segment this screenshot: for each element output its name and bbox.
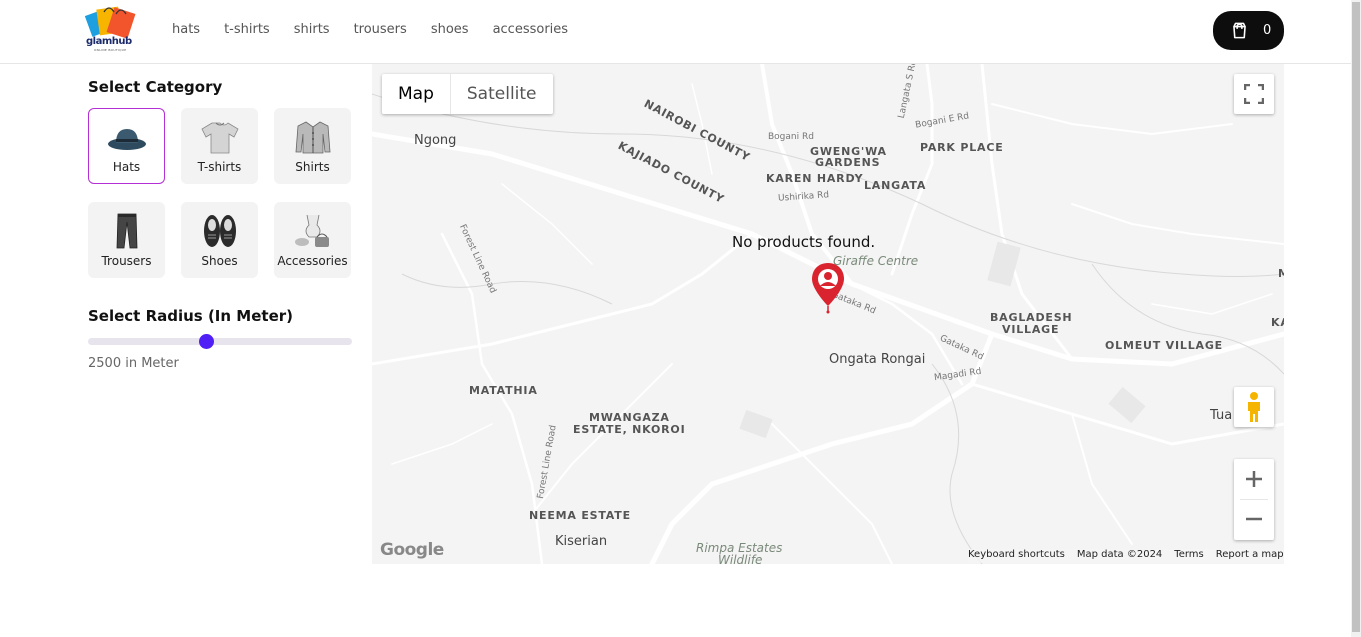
page: glamhub ONLINE BOUTIQUE hats t-shirts sh… [0, 0, 1361, 637]
fullscreen-icon [1244, 84, 1264, 104]
nav-hats[interactable]: hats [172, 22, 200, 37]
map-label: KAREN HARDY [766, 172, 864, 185]
report-map-error-link[interactable]: Report a map error [1216, 549, 1284, 563]
map-label: GARDENS [815, 156, 881, 169]
map-label: Tua [1210, 408, 1233, 423]
page-scrollbar-thumb[interactable] [1352, 2, 1360, 632]
radius-title: Select Radius (In Meter) [88, 307, 293, 325]
accessories-icon [275, 213, 350, 249]
category-title: Select Category [88, 78, 223, 96]
category-label: T-shirts [197, 160, 242, 174]
no-products-message: No products found. [732, 233, 876, 251]
map-label: Wildlife [718, 553, 763, 564]
fullscreen-button[interactable] [1234, 74, 1274, 114]
plus-icon [1246, 471, 1262, 487]
map-label: OLMEUT VILLAGE [1105, 339, 1223, 352]
map-label: Bogani Rd [768, 132, 814, 142]
category-t-shirts[interactable]: T-shirts [181, 108, 258, 184]
map-label: VILLAGE [1002, 323, 1060, 336]
category-hats[interactable]: Hats [88, 108, 165, 184]
nav-trousers[interactable]: trousers [354, 22, 407, 37]
keyboard-shortcuts-link[interactable]: Keyboard shortcuts [968, 549, 1065, 563]
category-shoes[interactable]: Shoes [181, 202, 258, 278]
radius-slider-thumb[interactable] [199, 334, 214, 349]
map-label: Ngong [414, 133, 457, 148]
cart-button[interactable]: 0 [1213, 11, 1284, 50]
brand-name: glamhub [86, 36, 132, 47]
nav-shirts[interactable]: shirts [294, 22, 330, 37]
category-label: Hats [112, 160, 141, 174]
map-type-toggle: Map Satellite [382, 74, 553, 114]
map-label: NEEMA ESTATE [529, 509, 631, 522]
map-type-satellite-button[interactable]: Satellite [449, 74, 553, 114]
nav-shoes[interactable]: shoes [431, 22, 469, 37]
map-label: Giraffe Centre [833, 254, 919, 268]
map-label: Kiserian [555, 534, 608, 549]
shoes-icon [182, 213, 257, 249]
category-accessories[interactable]: Accessories [274, 202, 351, 278]
trousers-icon [89, 213, 164, 249]
shopping-bags-logo-icon [84, 6, 136, 39]
map-data-text: Map data ©2024 [1076, 549, 1163, 560]
map-type-map-button[interactable]: Map [382, 74, 450, 114]
zoom-in-button[interactable] [1234, 459, 1274, 499]
shopping-bag-icon [1233, 22, 1246, 39]
hat-icon [89, 119, 164, 155]
radius-slider[interactable] [88, 334, 352, 349]
minus-icon [1246, 517, 1262, 521]
brand-tagline: ONLINE BOUTIQUE [94, 48, 127, 52]
tshirt-icon [182, 119, 257, 155]
map-label: KA [1271, 316, 1284, 329]
zoom-divider [1240, 499, 1268, 500]
category-label: Trousers [101, 254, 152, 268]
map-label: Ongata Rongai [829, 352, 926, 367]
map-view[interactable]: NAIROBI COUNTY KAJIADO COUNTY Ngong GWEN… [372, 64, 1284, 564]
category-label: Accessories [277, 254, 348, 268]
category-label: Shirts [295, 160, 330, 174]
map-label: ESTATE, NKOROI [573, 423, 686, 436]
main-nav: hats t-shirts shirts trousers shoes acce… [172, 22, 592, 37]
user-location-pin-icon[interactable] [811, 262, 845, 314]
map-label: M [1278, 267, 1284, 280]
map-attribution: Keyboard shortcuts Map data ©2024 Terms … [968, 549, 1284, 563]
street-view-button[interactable] [1234, 387, 1274, 427]
google-logo[interactable]: Google [380, 540, 444, 560]
radius-value: 2500 in Meter [88, 356, 179, 371]
category-shirts[interactable]: Shirts [274, 108, 351, 184]
pegman-icon [1248, 392, 1260, 422]
category-label: Shoes [201, 254, 238, 268]
map-roads-layer [372, 64, 1284, 564]
zoom-control [1234, 459, 1274, 540]
shirt-icon [275, 119, 350, 155]
category-trousers[interactable]: Trousers [88, 202, 165, 278]
map-label: PARK PLACE [920, 141, 1004, 154]
zoom-out-button[interactable] [1234, 499, 1274, 539]
site-header: glamhub ONLINE BOUTIQUE hats t-shirts sh… [0, 0, 1351, 64]
nav-t-shirts[interactable]: t-shirts [224, 22, 270, 37]
nav-accessories[interactable]: accessories [493, 22, 569, 37]
cart-count: 0 [1263, 23, 1272, 38]
map-label: MATATHIA [469, 384, 538, 397]
map-label: LANGATA [864, 179, 927, 192]
terms-link[interactable]: Terms [1174, 549, 1203, 563]
